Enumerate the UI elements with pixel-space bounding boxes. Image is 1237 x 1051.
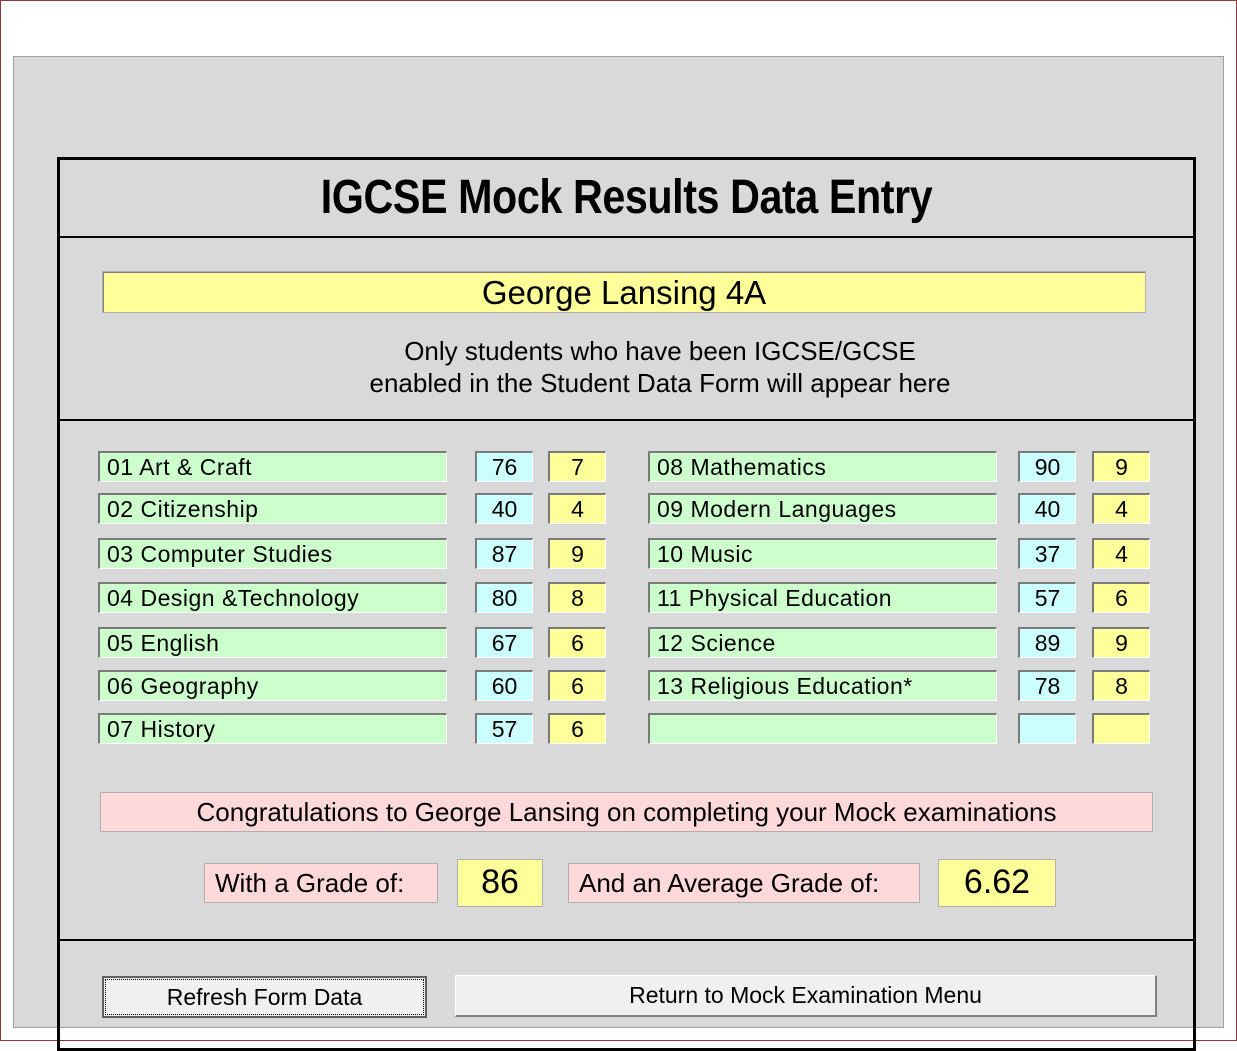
mark-field[interactable]: 67 <box>475 627 533 658</box>
grade-field[interactable]: 6 <box>548 627 606 658</box>
header-divider <box>60 236 1193 238</box>
grade-field[interactable]: 6 <box>548 670 606 701</box>
enablement-notice: Only students who have been IGCSE/GCSE e… <box>60 335 1237 399</box>
subject-name-field[interactable]: 11 Physical Education <box>648 582 997 613</box>
mark-field[interactable]: 57 <box>1018 582 1076 613</box>
refresh-form-button[interactable]: Refresh Form Data <box>102 976 427 1018</box>
mark-field[interactable]: 80 <box>475 582 533 613</box>
grade-field[interactable]: 4 <box>548 493 606 524</box>
congratulations-message: Congratulations to George Lansing on com… <box>100 792 1153 832</box>
mark-field[interactable]: 57 <box>475 713 533 744</box>
mark-field[interactable]: 87 <box>475 538 533 569</box>
mark-field[interactable]: 40 <box>1018 493 1076 524</box>
subject-name-field[interactable]: 03 Computer Studies <box>98 538 447 569</box>
mark-field[interactable]: 90 <box>1018 451 1076 482</box>
total-grade-value[interactable]: 86 <box>457 859 543 907</box>
subject-name-field[interactable] <box>648 713 997 744</box>
subject-name-field[interactable]: 12 Science <box>648 627 997 658</box>
grade-field[interactable]: 9 <box>1092 451 1150 482</box>
subject-name-field[interactable]: 06 Geography <box>98 670 447 701</box>
mark-field[interactable]: 37 <box>1018 538 1076 569</box>
form-frame: IGCSE Mock Results Data Entry George Lan… <box>57 157 1196 1051</box>
average-grade-value[interactable]: 6.62 <box>938 859 1056 907</box>
mark-field[interactable]: 76 <box>475 451 533 482</box>
subject-name-field[interactable]: 08 Mathematics <box>648 451 997 482</box>
grade-field[interactable]: 9 <box>548 538 606 569</box>
grade-field[interactable]: 6 <box>548 713 606 744</box>
return-to-menu-button[interactable]: Return to Mock Examination Menu <box>455 975 1157 1017</box>
subject-name-field[interactable]: 09 Modern Languages <box>648 493 997 524</box>
mark-field[interactable]: 40 <box>475 493 533 524</box>
form-background: IGCSE Mock Results Data Entry George Lan… <box>13 56 1224 1051</box>
mark-field[interactable]: 60 <box>475 670 533 701</box>
subject-name-field[interactable]: 05 English <box>98 627 447 658</box>
subject-name-field[interactable]: 13 Religious Education* <box>648 670 997 701</box>
average-grade-label: And an Average Grade of: <box>568 863 920 903</box>
grade-field[interactable]: 8 <box>548 582 606 613</box>
subject-name-field[interactable]: 01 Art & Craft <box>98 451 447 482</box>
grade-field[interactable]: 9 <box>1092 627 1150 658</box>
student-name-field[interactable]: George Lansing 4A <box>102 271 1146 313</box>
footer-divider <box>60 939 1193 941</box>
mark-field[interactable]: 78 <box>1018 670 1076 701</box>
grade-field[interactable]: 4 <box>1092 538 1150 569</box>
grade-field[interactable]: 4 <box>1092 493 1150 524</box>
subject-name-field[interactable]: 10 Music <box>648 538 997 569</box>
grade-field[interactable]: 7 <box>548 451 606 482</box>
section-divider <box>60 419 1193 421</box>
subject-name-field[interactable]: 04 Design &Technology <box>98 582 447 613</box>
form-title: IGCSE Mock Results Data Entry <box>320 171 933 224</box>
notice-line-1: Only students who have been IGCSE/GCSE <box>404 336 916 366</box>
subject-name-field[interactable]: 07 History <box>98 713 447 744</box>
mark-field[interactable] <box>1018 713 1076 744</box>
grade-field[interactable]: 8 <box>1092 670 1150 701</box>
mark-field[interactable]: 89 <box>1018 627 1076 658</box>
grade-field[interactable] <box>1092 713 1150 744</box>
grade-label: With a Grade of: <box>204 863 438 903</box>
grade-field[interactable]: 6 <box>1092 582 1150 613</box>
notice-line-2: enabled in the Student Data Form will ap… <box>369 368 951 398</box>
subject-name-field[interactable]: 02 Citizenship <box>98 493 447 524</box>
